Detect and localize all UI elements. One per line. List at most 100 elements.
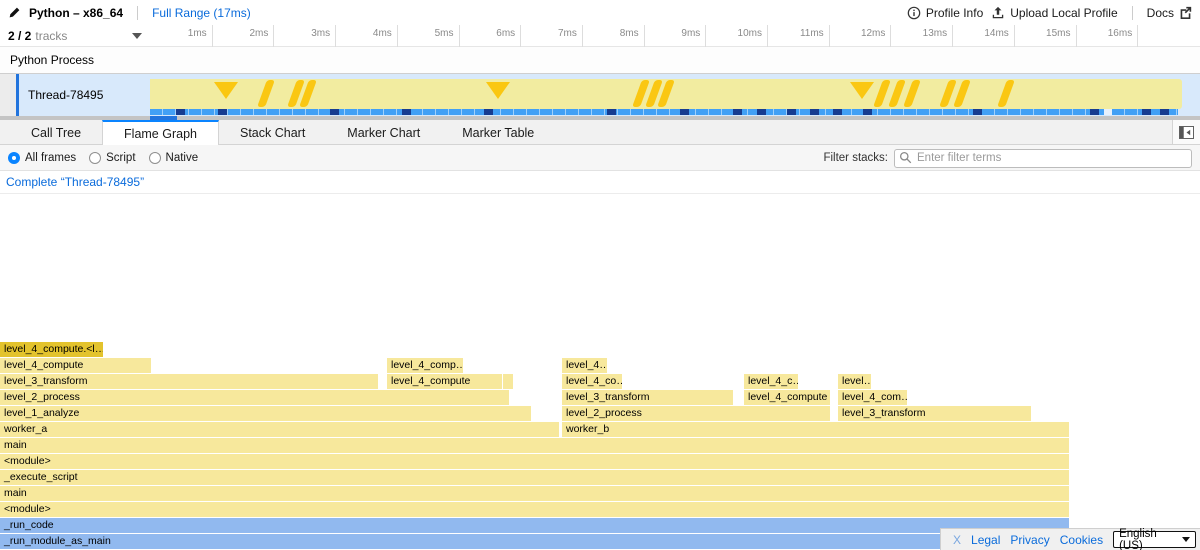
- flame-box[interactable]: level_4_compute: [744, 390, 830, 405]
- docs-link[interactable]: Docs: [1147, 6, 1192, 20]
- marker-slash-icon[interactable]: [903, 80, 921, 107]
- flame-box[interactable]: <module>: [0, 502, 1069, 517]
- flame-box[interactable]: level_1_analyze: [0, 406, 531, 421]
- flame-box[interactable]: level_4_c…: [744, 374, 798, 389]
- flame-box[interactable]: [503, 374, 513, 389]
- ruler-tick-line: [890, 25, 891, 47]
- process-label: Python Process: [10, 53, 94, 67]
- flame-box[interactable]: level_4_compute.<l…: [0, 342, 103, 357]
- flame-box[interactable]: level_4_co…: [562, 374, 622, 389]
- tab-stack-chart[interactable]: Stack Chart: [219, 120, 326, 144]
- tracks-dropdown[interactable]: 2 / 2 tracks: [0, 25, 150, 47]
- language-select[interactable]: English (US): [1113, 531, 1196, 548]
- ruler-tick-label: 16ms: [1080, 28, 1132, 39]
- sidebar-toggle-button[interactable]: [1172, 120, 1200, 144]
- marker-slash-icon[interactable]: [997, 80, 1015, 107]
- profile-title: Python – x86_64: [29, 6, 123, 20]
- sidebar-open-icon: [1179, 126, 1194, 139]
- legal-link[interactable]: Legal: [971, 533, 1000, 547]
- flame-box[interactable]: level_2_process: [0, 390, 509, 405]
- process-track-header[interactable]: Python Process: [0, 47, 1200, 74]
- flame-box[interactable]: level_4_compute: [387, 374, 502, 389]
- divider: [1132, 6, 1133, 20]
- time-ruler[interactable]: 1ms2ms3ms4ms5ms6ms7ms8ms9ms10ms11ms12ms1…: [150, 25, 1200, 47]
- cpu-busy-segment: [833, 109, 842, 115]
- close-footer-button[interactable]: X: [953, 533, 961, 547]
- radio-native[interactable]: Native: [149, 152, 199, 164]
- cpu-busy-segment: [1160, 109, 1169, 115]
- full-range-link[interactable]: Full Range (17ms): [152, 6, 251, 20]
- ruler-tick-label: 2ms: [216, 28, 268, 39]
- ruler-tick-label: 5ms: [402, 28, 454, 39]
- tab-call-tree[interactable]: Call Tree: [10, 120, 102, 144]
- top-bar: Python – x86_64 Full Range (17ms) Profil…: [0, 0, 1200, 25]
- flame-box[interactable]: level_4_comp…: [387, 358, 463, 373]
- ruler-tick-line: [520, 25, 521, 47]
- ruler-tick-line: [1076, 25, 1077, 47]
- flame-box[interactable]: _run_code: [0, 518, 1069, 533]
- thread-track-row[interactable]: Thread-78495: [0, 74, 1200, 116]
- flame-box[interactable]: level_4_compute: [0, 358, 151, 373]
- filter-stacks-input[interactable]: [894, 149, 1192, 168]
- flame-box[interactable]: level_3_transform: [562, 390, 733, 405]
- flame-box[interactable]: worker_b: [562, 422, 1069, 437]
- edit-pencil-icon[interactable]: [8, 6, 21, 19]
- cpu-busy-segment: [787, 109, 796, 115]
- marker-triangle-icon[interactable]: [486, 82, 510, 99]
- radio-icon: [89, 152, 101, 164]
- flame-box[interactable]: main: [0, 438, 1069, 453]
- marker-slash-icon[interactable]: [257, 80, 275, 107]
- frame-filter-row: All frames Script Native Filter stacks:: [0, 145, 1200, 171]
- marker-triangle-icon[interactable]: [214, 82, 238, 99]
- tab-marker-chart[interactable]: Marker Chart: [326, 120, 441, 144]
- cookies-link[interactable]: Cookies: [1060, 533, 1103, 547]
- ruler-tick-label: 7ms: [525, 28, 577, 39]
- cpu-busy-segment: [1142, 109, 1151, 115]
- thread-label[interactable]: Thread-78495: [28, 74, 103, 116]
- ruler-tick-label: 10ms: [710, 28, 762, 39]
- flame-box[interactable]: level_2_process: [562, 406, 830, 421]
- marker-triangle-icon[interactable]: [850, 82, 874, 99]
- cpu-usage-strip[interactable]: [150, 109, 1178, 115]
- ruler-tick-line: [1137, 25, 1138, 47]
- ruler-tick-label: 14ms: [957, 28, 1009, 39]
- flame-box[interactable]: level_3_transform: [838, 406, 1031, 421]
- ruler-tick-label: 3ms: [278, 28, 330, 39]
- marker-slash-icon[interactable]: [953, 80, 971, 107]
- radio-script[interactable]: Script: [89, 152, 135, 164]
- flame-box[interactable]: _run_module_as_main: [0, 534, 1069, 549]
- flame-graph-canvas[interactable]: level_4_compute.<l…level_4_computelevel_…: [0, 194, 1200, 550]
- privacy-link[interactable]: Privacy: [1010, 533, 1049, 547]
- ruler-tick-line: [1014, 25, 1015, 47]
- ruler-tick-line: [952, 25, 953, 47]
- breadcrumb-row: Complete “Thread-78495”: [0, 171, 1200, 194]
- cpu-busy-segment: [1090, 109, 1099, 115]
- profiler-app: Python – x86_64 Full Range (17ms) Profil…: [0, 0, 1200, 550]
- flame-box[interactable]: worker_a: [0, 422, 559, 437]
- ruler-tick-label: 1ms: [155, 28, 207, 39]
- flame-box[interactable]: level_4_com…: [838, 390, 907, 405]
- filter-stacks-label: Filter stacks:: [823, 152, 888, 164]
- flame-box[interactable]: level_3_transform: [0, 374, 378, 389]
- tab-marker-table[interactable]: Marker Table: [441, 120, 555, 144]
- marker-activity-band[interactable]: [150, 79, 1182, 109]
- ruler-tick-line: [212, 25, 213, 47]
- breadcrumb[interactable]: Complete “Thread-78495”: [6, 175, 144, 189]
- tab-flame-graph[interactable]: Flame Graph: [102, 120, 219, 145]
- thread-track-canvas[interactable]: [150, 74, 1182, 116]
- consent-footer: X Legal Privacy Cookies English (US): [940, 528, 1200, 550]
- radio-all-frames[interactable]: All frames: [8, 152, 76, 164]
- flame-box[interactable]: level…: [838, 374, 871, 389]
- flame-box[interactable]: main: [0, 486, 1069, 501]
- ruler-tick-line: [397, 25, 398, 47]
- filter-input-wrap: [894, 148, 1192, 167]
- flame-box[interactable]: _execute_script: [0, 470, 1069, 485]
- upload-icon: [991, 6, 1005, 20]
- flame-box[interactable]: level_4…: [562, 358, 607, 373]
- flame-box[interactable]: <module>: [0, 454, 1069, 469]
- ruler-tick-line: [644, 25, 645, 47]
- upload-profile-button[interactable]: Upload Local Profile: [991, 6, 1117, 20]
- profile-info-button[interactable]: Profile Info: [907, 6, 983, 20]
- cpu-busy-segment: [973, 109, 982, 115]
- ruler-tick-label: 8ms: [587, 28, 639, 39]
